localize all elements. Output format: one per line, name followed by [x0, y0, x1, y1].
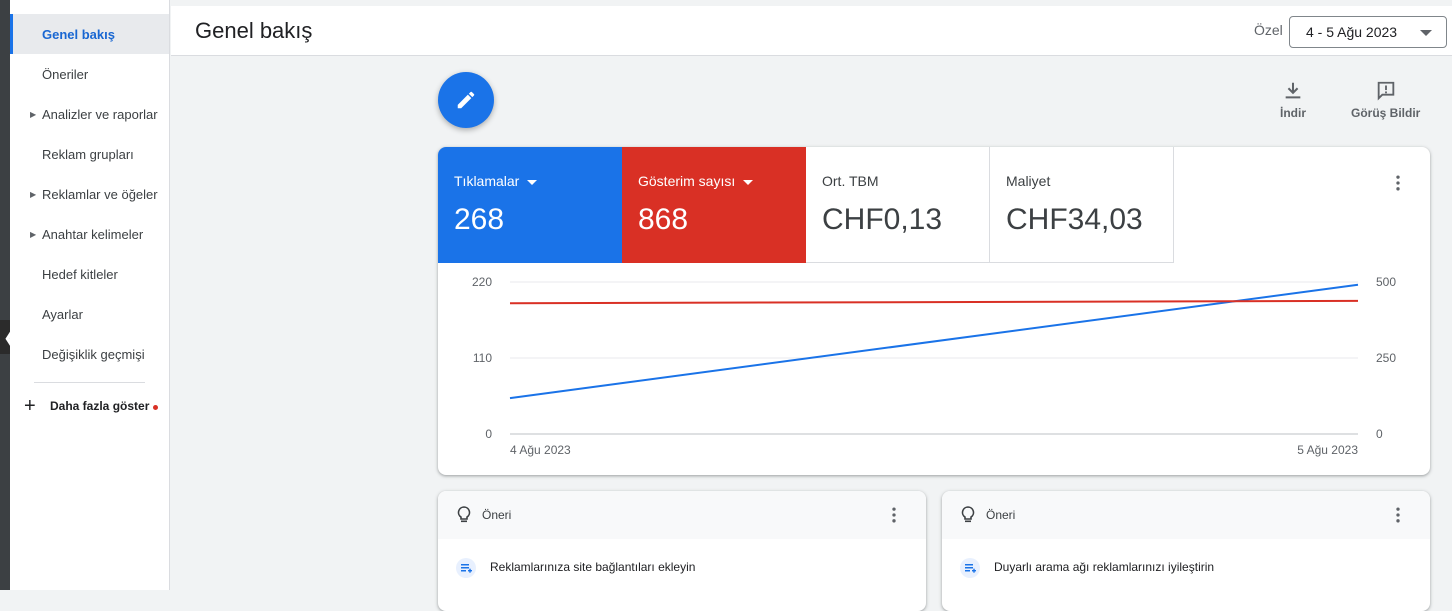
recommendation-item[interactable]: Reklamlarınıza site bağlantıları ekleyin [438, 539, 926, 595]
sidebar-item-ayarlar[interactable]: Ayarlar [10, 294, 169, 334]
sidebar-item-label: Öneriler [42, 66, 89, 82]
download-button[interactable]: İndir [1280, 80, 1306, 120]
more-options-button[interactable] [1388, 505, 1408, 530]
recommendation-card: Öneri Reklamlarınıza site bağlantıları e… [438, 491, 926, 611]
pencil-icon [457, 91, 475, 109]
lightbulb-icon [961, 506, 975, 523]
y-left-tick-label: 220 [472, 275, 492, 289]
sidebar-item-label: Anahtar kelimeler [42, 226, 144, 242]
performance-card: Tıklamalar 268 Gösterim sayısı 868 Ort. … [438, 147, 1430, 475]
y-right-tick-label: 250 [1376, 351, 1396, 365]
edit-button[interactable] [438, 72, 494, 128]
dropdown-arrow-icon [1420, 30, 1432, 36]
page-title: Genel bakış [195, 18, 313, 43]
sidebar-item-hedef-kitleler[interactable]: Hedef kitleler [10, 254, 169, 294]
sidebar-item-label: Ayarlar [42, 306, 83, 322]
metric-avg-cpc[interactable]: Ort. TBM CHF0,13 [806, 147, 990, 263]
download-label: İndir [1280, 106, 1306, 120]
metric-value: 268 [454, 203, 505, 236]
date-range-label: Özel [1254, 22, 1283, 38]
page-header: Genel bakış Özel 4 - 5 Ağu 2023 [171, 6, 1452, 56]
series-line [509, 299, 1359, 305]
sidebar-item-label: Değişiklik geçmişi [42, 346, 145, 362]
sidebar-item-analizler[interactable]: ▶ Analizler ve raporlar [10, 94, 169, 134]
metric-clicks[interactable]: Tıklamalar 268 [438, 147, 622, 263]
feedback-button[interactable]: Görüş Bildir [1351, 80, 1420, 120]
sidebar-item-label: Hedef kitleler [42, 266, 118, 282]
recommendation-header: Öneri [438, 491, 926, 539]
metric-value: 868 [638, 203, 689, 236]
show-more-label: Daha fazla göster [50, 399, 150, 413]
date-range-value: 4 - 5 Ağu 2023 [1306, 24, 1398, 40]
metric-value: CHF0,13 [822, 203, 943, 236]
ad-add-icon [456, 558, 476, 578]
sidebar-item-degisiklik-gecmisi[interactable]: Değişiklik geçmişi [10, 334, 169, 374]
recommendation-card: Öneri Duyarlı arama ağı reklamlarınızı i… [942, 491, 1430, 611]
notification-dot [153, 405, 158, 410]
recommendation-label: Öneri [482, 508, 512, 522]
sidebar-item-reklam-gruplari[interactable]: Reklam grupları [10, 134, 169, 174]
more-vert-icon [1396, 175, 1400, 191]
date-range-select[interactable]: 4 - 5 Ağu 2023 [1289, 16, 1447, 48]
caret-down-icon [527, 179, 538, 185]
sidebar-divider [34, 382, 145, 383]
recommendation-text: Reklamlarınıza site bağlantıları ekleyin [490, 560, 696, 574]
metric-cost[interactable]: Maliyet CHF34,03 [990, 147, 1174, 263]
left-rail [0, 0, 10, 590]
metric-label: Ort. TBM [822, 173, 879, 189]
sidebar-item-label: Reklam grupları [42, 146, 134, 162]
sidebar-item-reklamlar[interactable]: ▶ Reklamlar ve öğeler [10, 174, 169, 214]
metric-label: Tıklamalar [454, 173, 520, 189]
caret-right-icon: ▶ [30, 109, 37, 119]
metric-label: Maliyet [1006, 173, 1051, 189]
plus-icon: + [24, 394, 36, 417]
download-icon [1285, 82, 1301, 99]
performance-chart: 0 0 110 250 220 500 4 Ağu 2023 5 Ağu 2023 [472, 275, 1396, 457]
more-vert-icon [1396, 507, 1400, 523]
sidebar-item-anahtar-kelimeler[interactable]: ▶ Anahtar kelimeler [10, 214, 169, 254]
more-options-button[interactable] [884, 505, 904, 530]
feedback-label: Görüş Bildir [1351, 106, 1421, 120]
more-options-button[interactable] [1388, 173, 1408, 198]
metric-impressions[interactable]: Gösterim sayısı 868 [622, 147, 806, 263]
caret-down-icon [743, 179, 754, 185]
show-more-button[interactable]: + Daha fazla göster [10, 389, 169, 423]
metric-value: CHF34,03 [1006, 203, 1143, 236]
ad-add-icon [960, 558, 980, 578]
y-left-tick-label: 110 [473, 351, 492, 365]
recommendation-header: Öneri [942, 491, 1430, 539]
x-tick-label: 4 Ağu 2023 [510, 443, 571, 457]
recommendation-text: Duyarlı arama ağı reklamlarınızı iyileşt… [994, 560, 1215, 574]
metric-label: Gösterim sayısı [638, 173, 736, 189]
recommendation-item[interactable]: Duyarlı arama ağı reklamlarınızı iyileşt… [942, 539, 1430, 595]
y-left-tick-label: 0 [485, 427, 492, 441]
recommendation-label: Öneri [986, 508, 1016, 522]
y-right-tick-label: 0 [1376, 427, 1383, 441]
feedback-icon [1377, 81, 1394, 101]
sidebar-item-genel-bakis[interactable]: Genel bakış [10, 14, 169, 54]
sidebar-item-label: Analizler ve raporlar [42, 106, 158, 122]
caret-right-icon: ▶ [30, 229, 37, 239]
sidebar: Genel bakış Öneriler ▶ Analizler ve rapo… [10, 0, 170, 590]
more-vert-icon [892, 507, 896, 523]
x-tick-label: 5 Ağu 2023 [1297, 443, 1358, 457]
y-right-tick-label: 500 [1376, 275, 1396, 289]
lightbulb-icon [457, 506, 471, 523]
sidebar-item-oneriler[interactable]: Öneriler [10, 54, 169, 94]
sidebar-item-label: Genel bakış [42, 26, 115, 42]
caret-right-icon: ▶ [30, 189, 37, 199]
sidebar-item-label: Reklamlar ve öğeler [42, 186, 158, 202]
